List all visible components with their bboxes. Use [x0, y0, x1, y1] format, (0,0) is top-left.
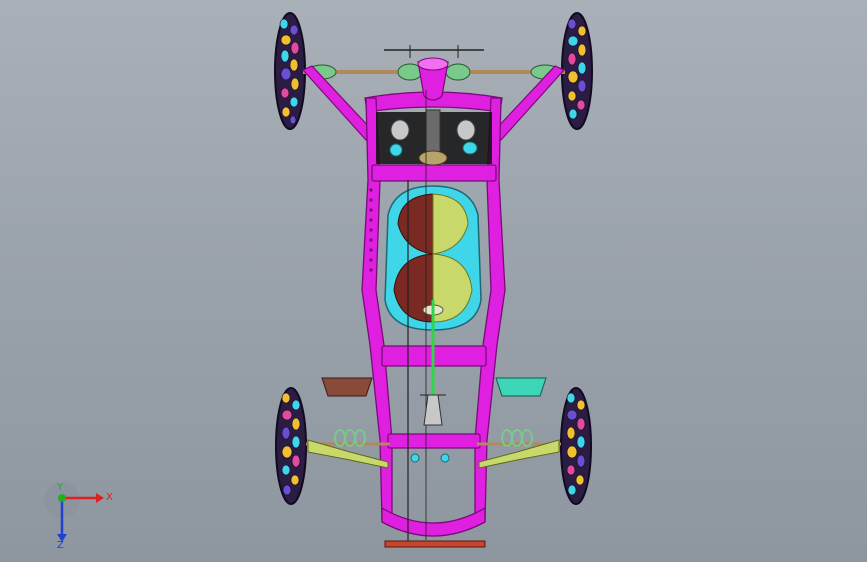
- y-axis-label: Y: [56, 482, 64, 493]
- z-axis-label: Z: [57, 540, 64, 548]
- reference-triad: X Y Z: [44, 482, 113, 548]
- x-axis-label: X: [106, 492, 113, 503]
- left-pedal[interactable]: [321, 377, 373, 397]
- steering-assembly[interactable]: [376, 57, 492, 166]
- cad-model-top-view[interactable]: [0, 0, 867, 562]
- right-pedal[interactable]: [495, 377, 547, 397]
- graphics-viewport[interactable]: X Y Z: [0, 0, 867, 562]
- x-axis-arrowhead: [96, 493, 104, 503]
- front-right-tire[interactable]: [561, 12, 593, 130]
- rear-suspension[interactable]: [306, 394, 561, 469]
- y-axis-dot: [58, 494, 66, 502]
- rear-left-tire[interactable]: [275, 387, 307, 505]
- rear-right-tire[interactable]: [560, 387, 592, 505]
- front-left-tire[interactable]: [274, 12, 306, 130]
- rear-brake-bar[interactable]: [384, 540, 486, 548]
- frame-bolt-row-left: [369, 188, 373, 272]
